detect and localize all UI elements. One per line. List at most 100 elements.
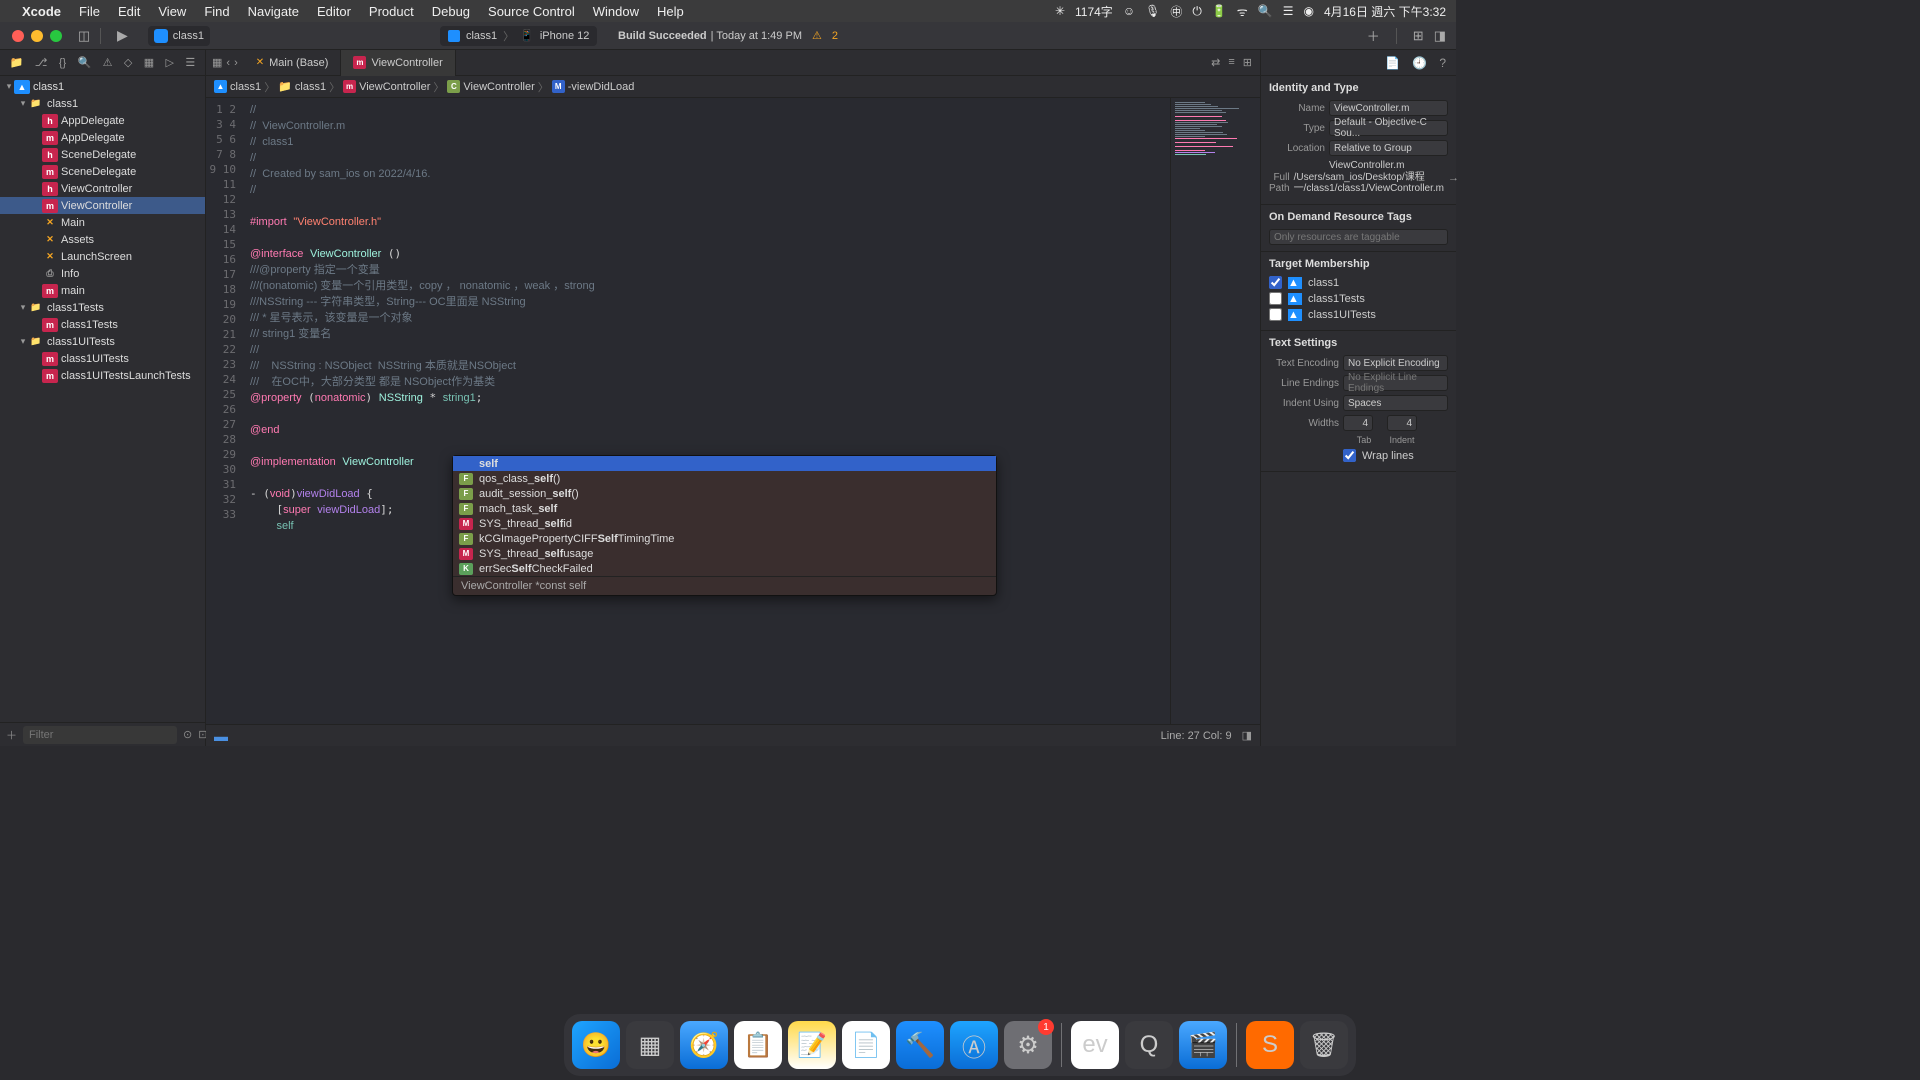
dock-appstore[interactable]: Ⓐ (950, 1021, 998, 1069)
canvas-icon[interactable]: ◨ (1242, 729, 1252, 742)
tree-item-launchscreen[interactable]: ✕LaunchScreen (0, 248, 205, 265)
code-content[interactable]: // // ViewController.m // class1 // // C… (242, 98, 1170, 724)
dock-safari[interactable]: 🧭 (680, 1021, 728, 1069)
dock-app-blue[interactable]: 🎬 (1179, 1021, 1227, 1069)
adjust-editor-icon[interactable]: ⇄ (1211, 56, 1220, 69)
dock-sogou[interactable]: S (1246, 1021, 1294, 1069)
maximize-button[interactable] (50, 30, 62, 42)
name-field[interactable]: ViewController.m (1329, 100, 1448, 116)
dock-app-ev[interactable]: ev (1071, 1021, 1119, 1069)
tree-item-assets[interactable]: ✕Assets (0, 231, 205, 248)
code-editor[interactable]: 1 2 3 4 5 6 7 8 9 10 11 12 13 14 15 16 1… (206, 98, 1260, 724)
debug-nav-icon[interactable]: ▦ (144, 56, 154, 69)
menu-find[interactable]: Find (204, 4, 229, 19)
minimize-button[interactable] (31, 30, 43, 42)
battery-icon[interactable]: 🔋 (1212, 4, 1227, 18)
project-nav-icon[interactable]: 📁 (10, 56, 24, 69)
status-icon[interactable]: ✳︎ (1055, 4, 1065, 18)
issue-nav-icon[interactable]: ⚠ (103, 56, 113, 69)
find-nav-icon[interactable]: 🔍 (78, 56, 92, 69)
menu-file[interactable]: File (79, 4, 100, 19)
dock-notes[interactable]: 📝 (788, 1021, 836, 1069)
recent-filter-icon[interactable]: ⊙ (183, 728, 192, 741)
menu-product[interactable]: Product (369, 4, 414, 19)
tree-item-appdelegate[interactable]: mAppDelegate (0, 129, 205, 146)
tree-item-main[interactable]: ✕Main (0, 214, 205, 231)
menu-source-control[interactable]: Source Control (488, 4, 575, 19)
dock-preferences[interactable]: ⚙1 (1004, 1021, 1052, 1069)
add-editor-icon[interactable]: ⊞ (1243, 56, 1252, 69)
tab-viewcontroller[interactable]: m ViewController (341, 50, 455, 76)
debug-filter-icon[interactable]: ▬ (214, 728, 228, 744)
add-button[interactable]: ＋ (1367, 26, 1380, 45)
menu-navigate[interactable]: Navigate (248, 4, 299, 19)
wrap-lines-checkbox[interactable] (1343, 449, 1356, 462)
tree-item-class1uitests[interactable]: mclass1UITests (0, 350, 205, 367)
file-inspector-icon[interactable]: 📄 (1385, 56, 1400, 70)
dock-finder[interactable]: 😀 (572, 1021, 620, 1069)
editor-options-icon[interactable]: ≡ (1228, 56, 1234, 69)
tree-item-viewcontroller[interactable]: mViewController (0, 197, 205, 214)
forward-icon[interactable]: › (234, 57, 238, 69)
dock-reminders[interactable]: 📋 (734, 1021, 782, 1069)
dock-quicktime[interactable]: Q (1125, 1021, 1173, 1069)
run-button[interactable]: ▶ (117, 27, 128, 44)
clock[interactable]: 4月16日 週六 下午3:32 (1324, 3, 1446, 20)
back-icon[interactable]: ‹ (226, 57, 230, 69)
tree-item-class1uitestslaunchtests[interactable]: mclass1UITestsLaunchTests (0, 367, 205, 384)
run-destination[interactable]: class1 〉 📱 iPhone 12 (440, 26, 597, 46)
tree-item-class1uitests[interactable]: ▾📁class1UITests (0, 333, 205, 350)
library-icon[interactable]: ⊞ (1413, 28, 1424, 44)
close-button[interactable] (12, 30, 24, 42)
menu-help[interactable]: Help (657, 4, 684, 19)
search-icon[interactable]: 🔍 (1258, 4, 1273, 18)
wifi-icon[interactable]: ᯤ (1237, 3, 1248, 20)
warning-icon[interactable]: ⚠ (812, 29, 822, 42)
tree-item-class1tests[interactable]: mclass1Tests (0, 316, 205, 333)
tree-item-scenedelegate[interactable]: hSceneDelegate (0, 146, 205, 163)
tree-item-class1[interactable]: ▾▲class1 (0, 78, 205, 95)
menu-view[interactable]: View (158, 4, 186, 19)
tree-item-viewcontroller[interactable]: hViewController (0, 180, 205, 197)
filter-input[interactable] (23, 726, 177, 744)
jump-bar[interactable]: ▲ class1〉 📁 class1〉 m ViewController〉 C … (206, 76, 1260, 98)
siri-icon[interactable]: ◉ (1303, 4, 1313, 18)
reveal-icon[interactable]: → (1448, 172, 1459, 184)
source-nav-icon[interactable]: ⎇ (35, 56, 48, 69)
dock-textedit[interactable]: 📄 (842, 1021, 890, 1069)
autocomplete-item[interactable]: FkCGImagePropertyCIFFSelfTimingTime (453, 531, 996, 546)
indent-select[interactable]: Spaces (1343, 395, 1448, 411)
user-icon[interactable]: ☺ (1123, 4, 1135, 18)
tab-width[interactable]: 4 (1343, 415, 1373, 431)
symbol-nav-icon[interactable]: {} (59, 57, 66, 69)
autocomplete-item[interactable]: MSYS_thread_selfid (453, 516, 996, 531)
history-inspector-icon[interactable]: 🕘 (1412, 56, 1427, 70)
control-icon[interactable]: ⏻ (1192, 4, 1202, 19)
tree-item-main[interactable]: mmain (0, 282, 205, 299)
report-nav-icon[interactable]: ☰ (185, 56, 195, 69)
menu-editor[interactable]: Editor (317, 4, 351, 19)
inspector-toggle-icon[interactable]: ◨ (1434, 28, 1446, 44)
autocomplete-item[interactable]: KerrSecSelfCheckFailed (453, 561, 996, 576)
autocomplete-item[interactable]: Fmach_task_self (453, 501, 996, 516)
mic-icon[interactable]: 🎙 (1145, 4, 1160, 18)
line-endings-select[interactable]: No Explicit Line Endings (1343, 375, 1448, 391)
help-inspector-icon[interactable]: ? (1439, 56, 1446, 70)
control-center-icon[interactable]: ☰ (1283, 4, 1294, 18)
autocomplete-item[interactable]: MSYS_thread_selfusage (453, 546, 996, 561)
autocomplete-item[interactable]: Faudit_session_self() (453, 486, 996, 501)
autocomplete-item[interactable]: Fqos_class_self() (453, 471, 996, 486)
test-nav-icon[interactable]: ◇ (124, 56, 132, 69)
tab-main[interactable]: ✕ Main (Base) (244, 50, 342, 76)
tree-item-info[interactable]: ⎙Info (0, 265, 205, 282)
tree-item-class1tests[interactable]: ▾📁class1Tests (0, 299, 205, 316)
breakpoint-nav-icon[interactable]: ▷ (166, 56, 174, 69)
autocomplete-item[interactable]: self (453, 456, 996, 471)
tree-item-class1[interactable]: ▾📁class1 (0, 95, 205, 112)
related-items-icon[interactable]: ▦ (212, 56, 222, 69)
target-class1[interactable]: ▲class1 (1269, 276, 1448, 289)
target-class1UITests[interactable]: ▲class1UITests (1269, 308, 1448, 321)
tree-item-appdelegate[interactable]: hAppDelegate (0, 112, 205, 129)
tree-item-scenedelegate[interactable]: mSceneDelegate (0, 163, 205, 180)
encoding-select[interactable]: No Explicit Encoding (1343, 355, 1448, 371)
